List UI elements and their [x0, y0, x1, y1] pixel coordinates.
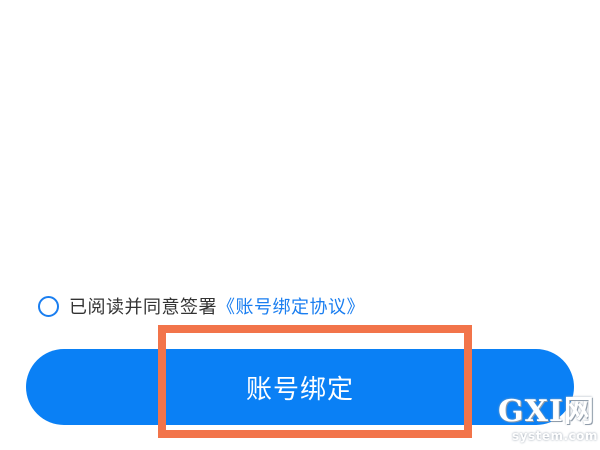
agreement-checkbox[interactable]: [38, 295, 59, 317]
agreement-link[interactable]: 《账号绑定协议》: [217, 293, 365, 319]
agreement-text: 已阅读并同意签署: [69, 297, 217, 318]
agreement-row: 已阅读并同意签署 《账号绑定协议》: [38, 292, 365, 320]
watermark-sub-text: system.com: [512, 429, 598, 443]
bind-account-screen: 已阅读并同意签署 《账号绑定协议》 账号绑定 GXI网 system.com: [0, 0, 600, 450]
bind-account-button[interactable]: 账号绑定: [26, 349, 574, 425]
